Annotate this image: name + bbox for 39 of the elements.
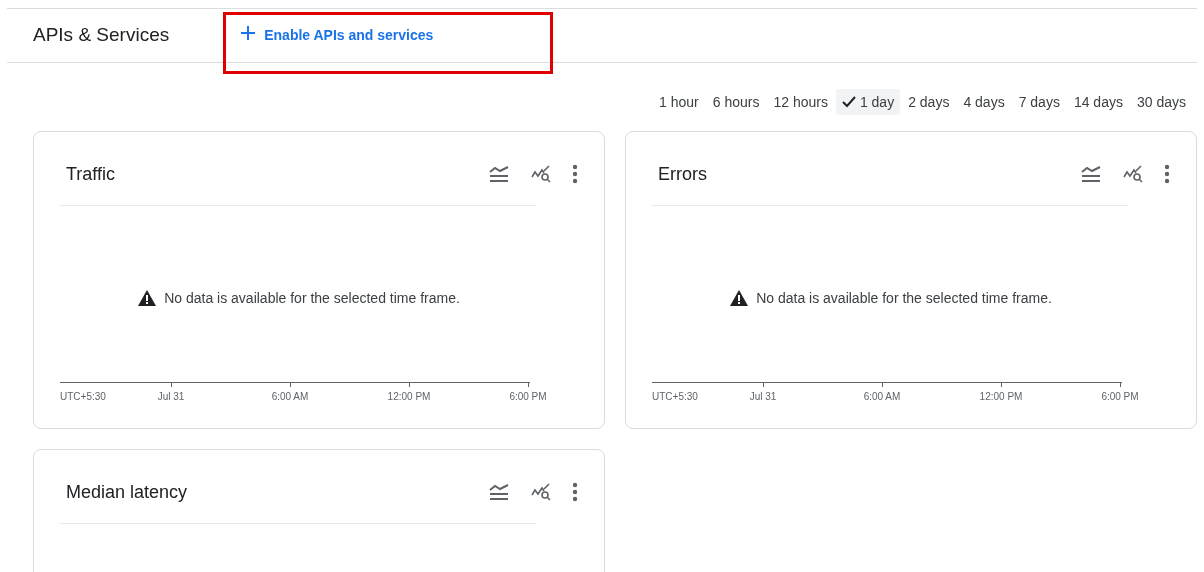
more-icon[interactable] xyxy=(1164,164,1170,184)
no-data-message: No data is available for the selected time frame. xyxy=(164,288,460,308)
card-title: Errors xyxy=(658,162,707,186)
time-range-tab[interactable]: 2 days xyxy=(902,89,956,115)
warning-icon xyxy=(730,290,749,306)
axis-label: Jul 31 xyxy=(749,390,777,404)
time-range-tab[interactable]: 1 hour xyxy=(653,89,705,115)
page-title: APIs & Services xyxy=(33,23,170,48)
check-icon xyxy=(841,96,856,108)
axis-label: 6:00 AM xyxy=(863,390,901,404)
chart-search-icon[interactable] xyxy=(530,165,552,183)
axis-label: 6:00 PM xyxy=(1101,390,1139,404)
time-range-tab[interactable]: 14 days xyxy=(1067,89,1129,115)
no-data-message: No data is available for the selected time frame. xyxy=(756,288,1052,308)
enable-apis-button[interactable]: Enable APIs and services xyxy=(223,11,554,74)
axis-label: 6:00 AM xyxy=(271,390,309,404)
chart-lines-icon[interactable] xyxy=(488,483,510,501)
card-title: Traffic xyxy=(66,162,115,186)
more-icon[interactable] xyxy=(572,482,578,502)
time-range-tab[interactable]: 6 hours xyxy=(706,89,766,115)
more-icon[interactable] xyxy=(572,164,578,184)
axis-label: UTC+5:30 xyxy=(60,390,106,404)
chart-lines-icon[interactable] xyxy=(488,165,510,183)
card-title: Median latency xyxy=(66,480,188,504)
axis-label: 12:00 PM xyxy=(979,390,1023,404)
time-range-tab[interactable]: 7 days xyxy=(1012,89,1066,115)
axis-label: 12:00 PM xyxy=(387,390,431,404)
chart-lines-icon[interactable] xyxy=(1080,165,1102,183)
axis-label: Jul 31 xyxy=(157,390,185,404)
chart-search-icon[interactable] xyxy=(530,483,552,501)
axis-label: 6:00 PM xyxy=(509,390,547,404)
time-range-tab[interactable]: 30 days xyxy=(1130,89,1192,115)
time-range-tab[interactable]: 12 hours xyxy=(767,89,834,115)
chart-search-icon[interactable] xyxy=(1122,165,1144,183)
time-range-tab[interactable]: 1 day xyxy=(835,89,901,115)
plus-icon xyxy=(240,24,257,41)
time-range-tab[interactable]: 4 days xyxy=(957,89,1011,115)
axis-label: UTC+5:30 xyxy=(652,390,698,404)
warning-icon xyxy=(138,290,157,306)
